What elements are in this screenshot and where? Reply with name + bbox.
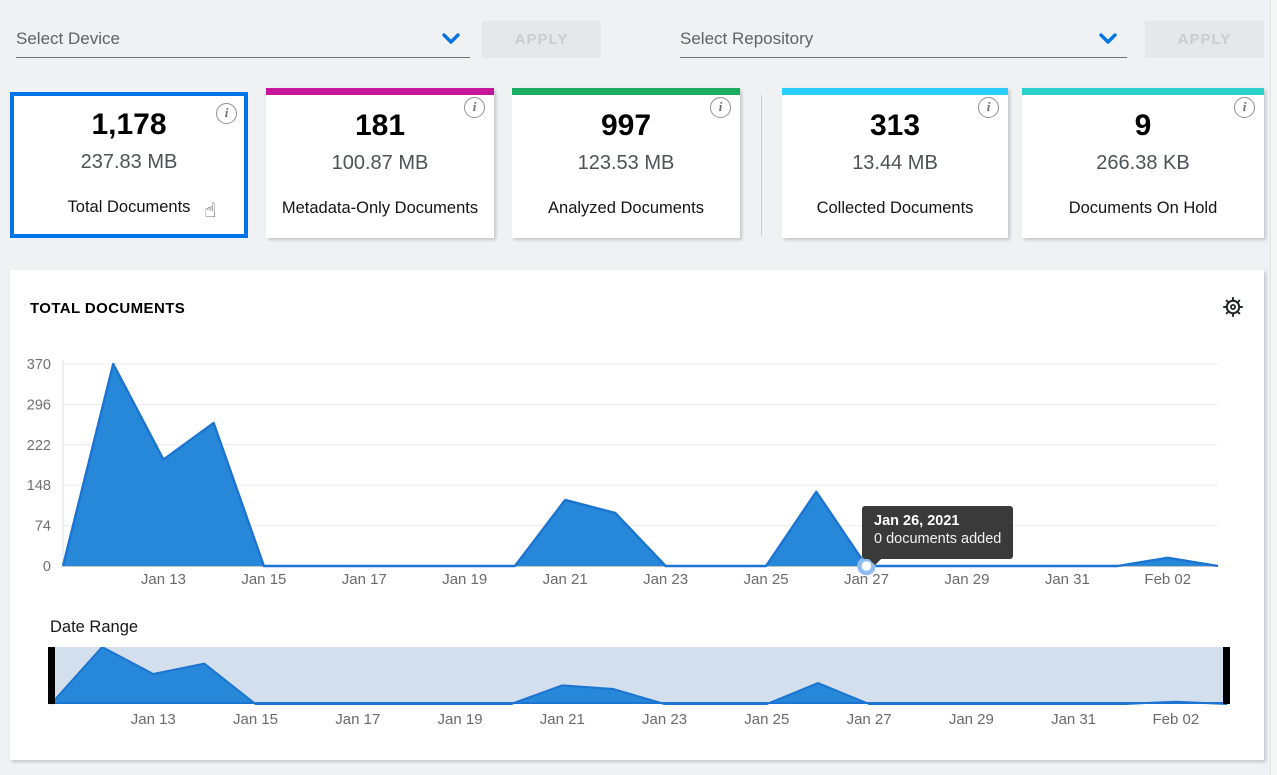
svg-text:Jan 23: Jan 23 — [643, 571, 688, 588]
svg-text:222: 222 — [27, 438, 51, 454]
svg-text:Jan 17: Jan 17 — [335, 711, 380, 728]
date-range-label: Date Range — [50, 618, 138, 637]
card-size: 100.87 MB — [332, 152, 429, 175]
card-collected-documents[interactable]: i 313 13.44 MB Collected Documents — [782, 88, 1008, 238]
card-label: Collected Documents — [817, 199, 974, 218]
card-label: Analyzed Documents — [548, 199, 704, 218]
card-divider — [761, 95, 762, 236]
card-count: 9 — [1135, 109, 1152, 142]
card-count: 997 — [601, 109, 651, 142]
svg-text:Jan 27: Jan 27 — [847, 711, 892, 728]
card-accent-bar — [512, 88, 740, 95]
svg-text:0: 0 — [43, 559, 51, 575]
info-icon[interactable]: i — [464, 97, 485, 118]
device-filter-group: Select Device — [16, 22, 470, 58]
card-count: 1,178 — [91, 108, 166, 141]
card-size: 123.53 MB — [578, 152, 675, 175]
card-label: Metadata-Only Documents — [282, 199, 478, 218]
svg-text:Jan 21: Jan 21 — [543, 571, 588, 588]
svg-text:Jan 17: Jan 17 — [342, 571, 387, 588]
card-count: 313 — [870, 109, 920, 142]
svg-text:Jan 25: Jan 25 — [744, 711, 789, 728]
svg-text:Jan 13: Jan 13 — [141, 571, 186, 588]
select-device-dropdown[interactable]: Select Device — [16, 22, 470, 58]
page-scrollbar[interactable] — [1270, 0, 1277, 775]
chevron-down-icon — [442, 33, 460, 45]
tooltip-value: 0 documents added — [874, 531, 1001, 547]
svg-text:Jan 31: Jan 31 — [1051, 711, 1096, 728]
svg-text:Jan 29: Jan 29 — [944, 571, 989, 588]
panel-title: TOTAL DOCUMENTS — [30, 300, 185, 317]
svg-text:Jan 31: Jan 31 — [1045, 571, 1090, 588]
dropdown-underline — [16, 57, 470, 58]
card-size: 266.38 KB — [1096, 152, 1189, 175]
info-icon[interactable]: i — [1234, 97, 1255, 118]
repository-filter-group: Select Repository — [680, 22, 1127, 58]
dropdown-underline — [680, 57, 1127, 58]
svg-text:Jan 19: Jan 19 — [438, 711, 483, 728]
svg-text:74: 74 — [35, 519, 51, 535]
card-analyzed-documents[interactable]: i 997 123.53 MB Analyzed Documents — [512, 88, 740, 238]
svg-text:296: 296 — [27, 397, 51, 413]
device-apply-button[interactable]: APPLY — [482, 21, 601, 58]
card-accent-bar — [266, 88, 494, 95]
svg-text:Jan 25: Jan 25 — [744, 571, 789, 588]
total-documents-chart[interactable]: 0 74 148 222 296 370 Jan 13 Jan 15 Jan 17 Jan 19 J… — [10, 352, 1264, 602]
card-documents-on-hold[interactable]: i 9 266.38 KB Documents On Hold — [1022, 88, 1264, 238]
card-accent-bar — [782, 88, 1008, 95]
card-size: 237.83 MB — [81, 151, 178, 174]
mouse-pointer-hand-icon: ☝ — [204, 198, 216, 222]
card-label: Documents On Hold — [1069, 199, 1218, 218]
select-device-label: Select Device — [16, 29, 120, 49]
brush-left-handle[interactable] — [48, 647, 55, 704]
svg-text:Jan 13: Jan 13 — [131, 711, 176, 728]
card-accent-bar — [1022, 88, 1264, 95]
chart-tooltip: Jan 26, 2021 0 documents added — [862, 506, 1013, 559]
select-repository-label: Select Repository — [680, 29, 813, 49]
repository-apply-button[interactable]: APPLY — [1145, 21, 1264, 58]
settings-gear-icon[interactable] — [1221, 295, 1245, 319]
card-total-documents[interactable]: i 1,178 237.83 MB Total Documents☝ — [10, 92, 248, 238]
select-repository-dropdown[interactable]: Select Repository — [680, 22, 1127, 58]
svg-text:148: 148 — [27, 478, 51, 494]
info-icon[interactable]: i — [710, 97, 731, 118]
svg-text:Jan 15: Jan 15 — [233, 711, 278, 728]
svg-text:Jan 19: Jan 19 — [442, 571, 487, 588]
svg-text:370: 370 — [27, 357, 51, 373]
chevron-down-icon — [1099, 33, 1117, 45]
card-metadata-only-documents[interactable]: i 181 100.87 MB Metadata-Only Documents — [266, 88, 494, 238]
svg-text:Jan 23: Jan 23 — [642, 711, 687, 728]
svg-text:Feb 02: Feb 02 — [1153, 711, 1200, 728]
date-range-brush[interactable]: Jan 13 Jan 15 Jan 17 Jan 19 Jan 21 Jan 23 Jan … — [48, 647, 1230, 739]
info-icon[interactable]: i — [978, 97, 999, 118]
svg-text:Jan 21: Jan 21 — [540, 711, 585, 728]
svg-text:Feb 02: Feb 02 — [1144, 571, 1191, 588]
card-label: Total Documents☝ — [68, 198, 191, 217]
card-size: 13.44 MB — [852, 152, 938, 175]
svg-text:Jan 15: Jan 15 — [241, 571, 286, 588]
brush-right-handle[interactable] — [1223, 647, 1230, 704]
svg-text:Jan 29: Jan 29 — [949, 711, 994, 728]
card-count: 181 — [355, 109, 405, 142]
tooltip-date: Jan 26, 2021 — [874, 513, 1001, 529]
documents-dashboard: Select Device APPLY Select Repository AP… — [0, 0, 1277, 775]
info-icon[interactable]: i — [216, 103, 237, 124]
